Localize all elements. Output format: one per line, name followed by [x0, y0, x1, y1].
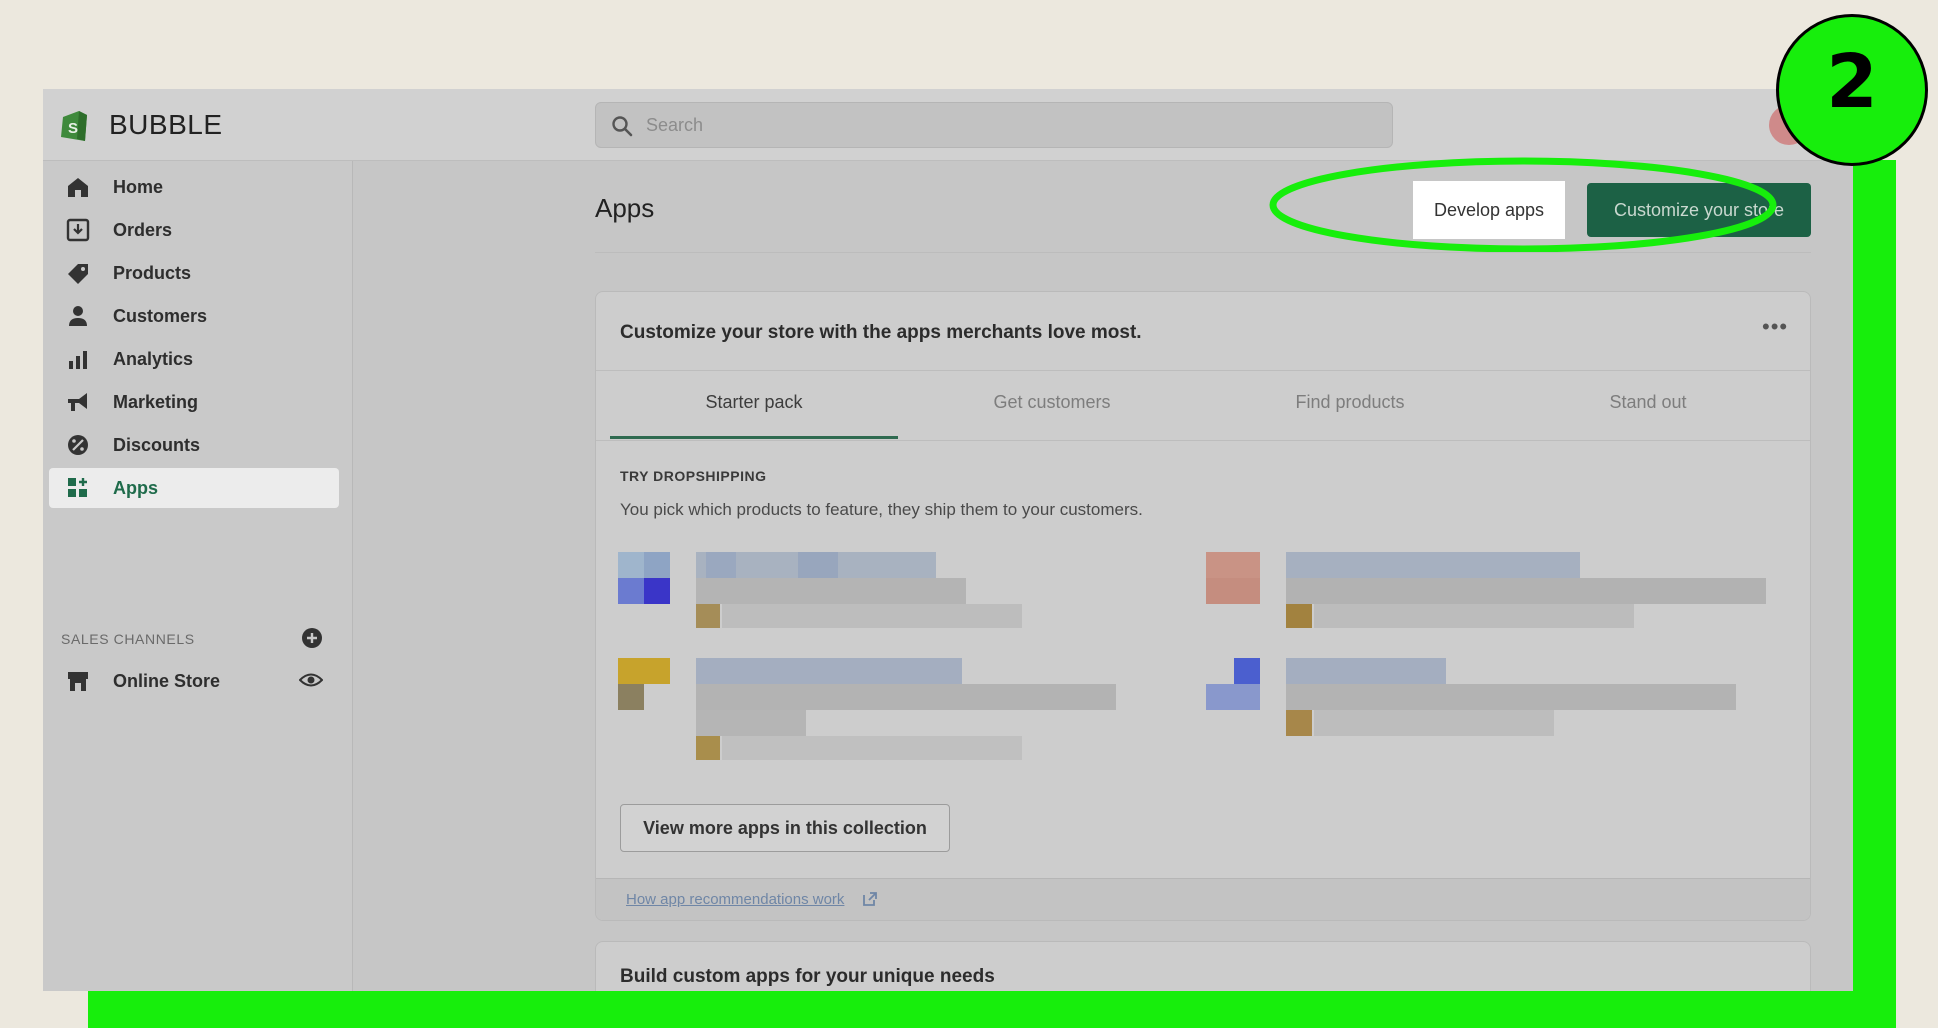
card-heading: Customize your store with the apps merch… — [620, 322, 1142, 343]
custom-apps-card: Build custom apps for your unique needs — [595, 941, 1811, 991]
sidebar-item-label: Orders — [113, 220, 173, 240]
apps-grid-icon — [68, 478, 87, 497]
sidebar-item-online-store[interactable]: Online Store — [49, 661, 339, 701]
add-channel-icon[interactable] — [301, 627, 323, 649]
sidebar-item-label: Discounts — [113, 435, 201, 455]
search-bar[interactable] — [595, 102, 1393, 148]
more-options-icon[interactable]: ••• — [1762, 314, 1792, 339]
divider — [596, 370, 1810, 371]
tab-starter-pack[interactable]: Starter pack — [610, 392, 898, 413]
sidebar-item-label: Analytics — [113, 349, 194, 369]
external-link-icon[interactable] — [862, 891, 878, 907]
sidebar-item-label: Apps — [113, 478, 158, 498]
divider — [596, 440, 1810, 441]
tab-stand-out[interactable]: Stand out — [1504, 392, 1792, 413]
app-listing[interactable] — [1206, 658, 1766, 748]
app-listing[interactable] — [618, 552, 1038, 632]
tag-icon — [68, 264, 88, 284]
home-icon — [68, 178, 88, 197]
discount-icon — [68, 435, 88, 455]
sidebar-item-apps[interactable]: Apps — [49, 468, 339, 508]
sidebar-item-label: Customers — [113, 306, 208, 326]
sidebar-item-orders[interactable]: Orders — [49, 210, 339, 250]
page-title: Apps — [595, 193, 655, 223]
bar-chart-icon — [69, 351, 87, 369]
tab-find-products[interactable]: Find products — [1206, 392, 1494, 413]
sidebar-item-home[interactable]: Home — [49, 167, 339, 207]
recommendations-card: Customize your store with the apps merch… — [595, 291, 1811, 921]
megaphone-icon — [68, 393, 87, 411]
sidebar-item-analytics[interactable]: Analytics — [49, 339, 339, 379]
app-recommendations-link[interactable]: How app recommendations work — [626, 891, 844, 908]
svg-text:S: S — [68, 120, 78, 137]
store-icon — [68, 672, 88, 691]
sidebar-item-label: Home — [113, 177, 164, 197]
sidebar-item-marketing[interactable]: Marketing — [49, 382, 339, 422]
sidebar-item-products[interactable]: Products — [49, 253, 339, 293]
sidebar-item-label: Online Store — [113, 671, 221, 691]
tab-get-customers[interactable]: Get customers — [908, 392, 1196, 413]
top-bar: S BUBBLE — [43, 89, 1853, 161]
store-name: BUBBLE — [109, 109, 223, 140]
eye-icon[interactable] — [299, 671, 323, 689]
app-listing[interactable] — [618, 658, 1138, 768]
divider — [595, 252, 1811, 253]
collection-description: You pick which products to feature, they… — [620, 500, 1143, 519]
collection-title: TRY DROPSHIPPING — [620, 468, 767, 484]
step-number: 2 — [1826, 39, 1878, 125]
sidebar-item-label: Products — [113, 263, 192, 283]
shopify-logo-icon: S — [61, 111, 87, 141]
step-badge: 2 — [1776, 14, 1928, 166]
view-more-apps-button[interactable]: View more apps in this collection — [620, 804, 950, 852]
sidebar-item-discounts[interactable]: Discounts — [49, 425, 339, 465]
card-footer: How app recommendations work — [596, 878, 1810, 920]
develop-apps-button[interactable]: Develop apps — [1413, 181, 1565, 239]
sidebar-item-customers[interactable]: Customers — [49, 296, 339, 336]
search-icon — [612, 116, 633, 137]
app-listing[interactable] — [1206, 552, 1766, 632]
orders-icon — [66, 218, 90, 242]
active-tab-indicator — [610, 436, 898, 439]
sales-channels-title: SALES CHANNELS — [61, 631, 195, 647]
search-input[interactable] — [646, 111, 1346, 139]
person-icon — [69, 306, 87, 326]
app-window: S BUBBLE Home Orders — [43, 89, 1853, 991]
card-heading: Build custom apps for your unique needs — [620, 966, 995, 987]
sidebar: Home Orders Products Customers Analytics… — [43, 161, 353, 991]
customize-store-button[interactable]: Customize your store — [1587, 183, 1811, 237]
sidebar-item-label: Marketing — [113, 392, 199, 412]
